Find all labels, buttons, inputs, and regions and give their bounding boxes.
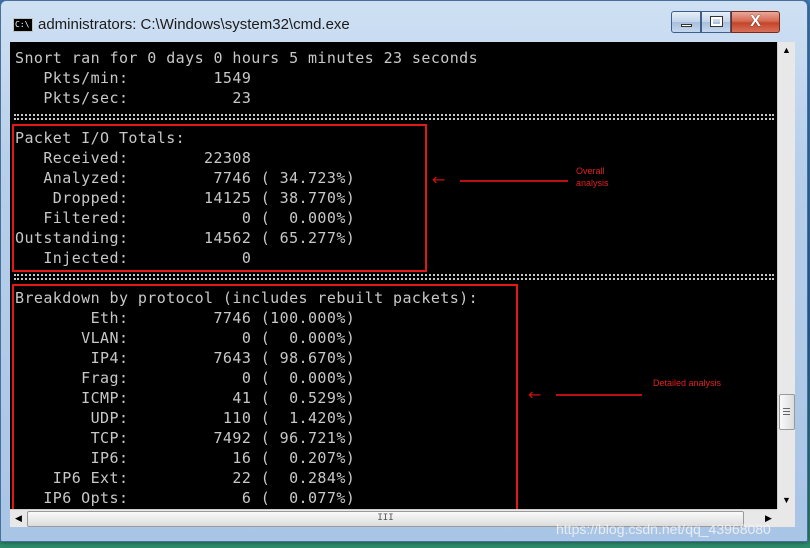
detailed-arrow-line — [556, 394, 642, 396]
console-line-pkts-min: Pkts/min: 1549 — [15, 69, 252, 87]
window-title: administrators: C:\Windows\system32\cmd.… — [38, 16, 350, 33]
console-line-pkts-sec: Pkts/sec: 23 — [15, 89, 252, 107]
watermark-url: https://blog.csdn.net/qq_43968080 — [556, 521, 771, 537]
minimize-button[interactable] — [671, 11, 701, 33]
overall-highlight-box — [12, 124, 427, 272]
separator-line — [14, 274, 774, 280]
maximize-icon — [710, 16, 723, 27]
overall-note-line2: analysis — [576, 178, 609, 188]
detailed-arrow-icon: ← — [528, 385, 542, 404]
grip-line — [783, 411, 790, 412]
scrollbar-corner — [777, 509, 795, 527]
title-bar[interactable]: C:\ administrators: C:\Windows\system32\… — [1, 1, 807, 41]
overall-arrow-line — [460, 180, 568, 182]
maximize-button[interactable] — [701, 11, 731, 33]
scroll-left-arrow-icon[interactable]: ◀ — [10, 510, 27, 527]
scroll-down-arrow-icon[interactable]: ▼ — [778, 492, 795, 509]
grip-line — [783, 408, 790, 409]
cmd-app-icon[interactable]: C:\ — [13, 18, 33, 32]
separator-line — [14, 114, 774, 120]
overall-note-line1: Overall — [576, 166, 605, 176]
vertical-scroll-thumb[interactable] — [779, 394, 795, 430]
vertical-scrollbar[interactable]: ▲ ▼ — [777, 42, 795, 509]
scroll-up-arrow-icon[interactable]: ▲ — [778, 42, 795, 59]
close-icon: X — [750, 13, 761, 30]
detailed-note: Detailed analysis — [653, 378, 722, 388]
grip-line — [783, 414, 790, 415]
detailed-highlight-box — [12, 284, 518, 509]
console-line-runtime: Snort ran for 0 days 0 hours 5 minutes 2… — [15, 49, 479, 67]
minimize-icon — [681, 24, 692, 27]
close-button[interactable]: X — [731, 11, 780, 33]
console-output[interactable]: Snort ran for 0 days 0 hours 5 minutes 2… — [10, 42, 777, 509]
overall-arrow-icon: ← — [432, 170, 446, 189]
cmd-window: C:\ administrators: C:\Windows\system32\… — [0, 0, 808, 542]
